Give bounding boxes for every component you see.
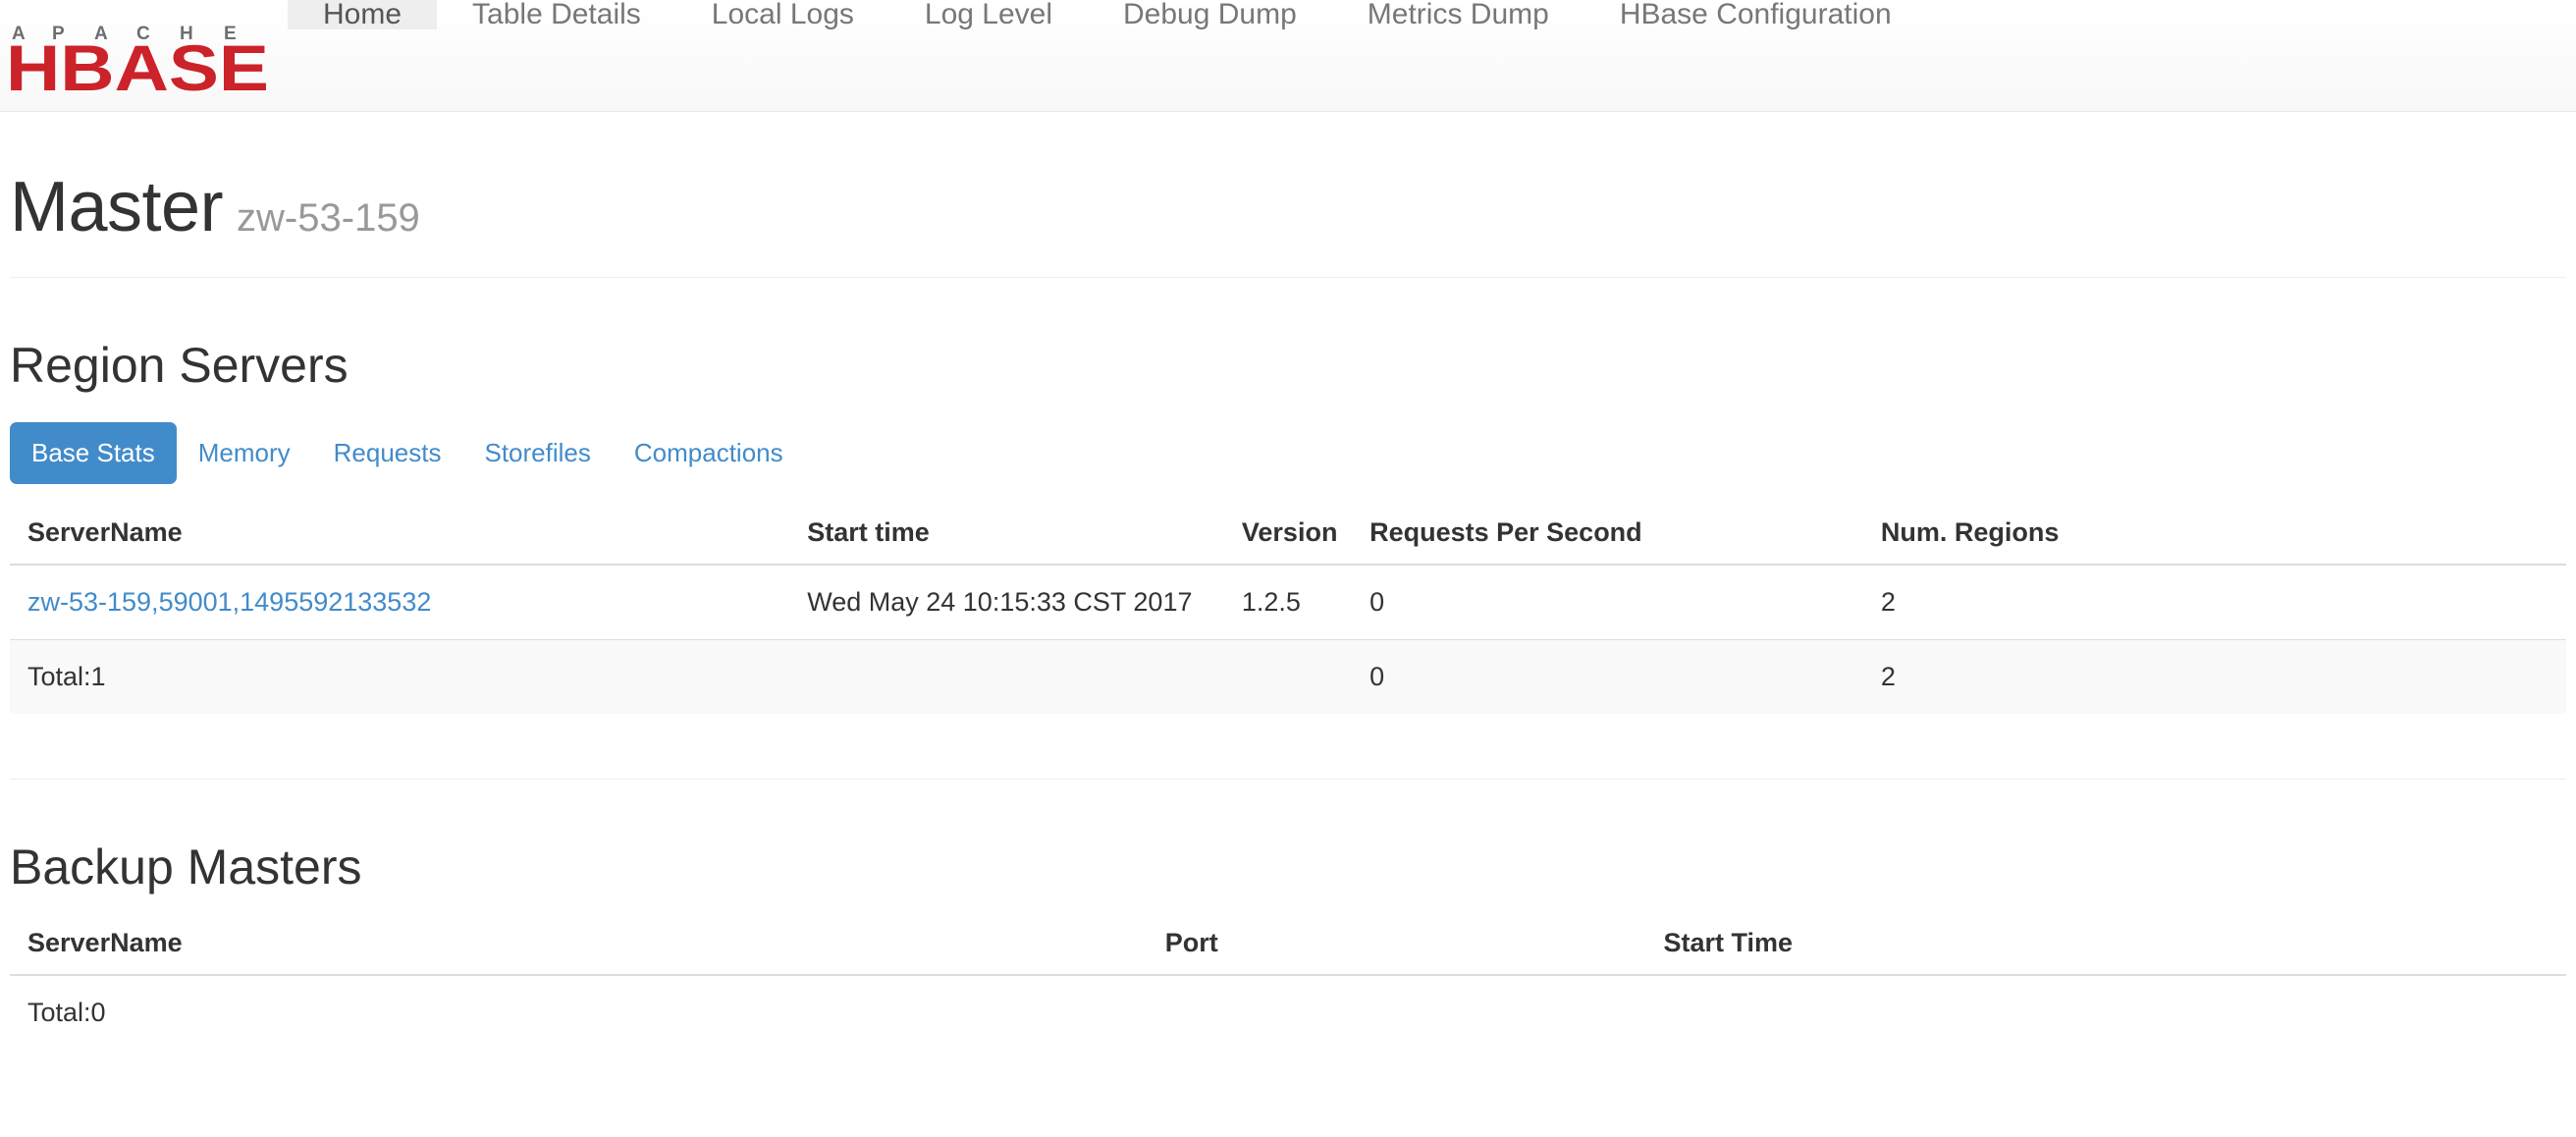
page-title: Master zw-53-159	[10, 168, 2566, 246]
hbase-logo-link[interactable]: A P A C H E HBASE	[0, 0, 288, 111]
column-header-servername: ServerName	[10, 501, 790, 566]
cell-start-time: Wed May 24 10:15:33 CST 2017	[789, 564, 1224, 640]
main-nav-list: Home Table Details Local Logs Log Level …	[288, 0, 1927, 111]
page-title-hostname: zw-53-159	[237, 196, 420, 240]
nav-item-hbase-configuration[interactable]: HBase Configuration	[1584, 0, 1927, 29]
nav-item-metrics-dump[interactable]: Metrics Dump	[1332, 0, 1584, 29]
tab-compactions[interactable]: Compactions	[613, 422, 805, 484]
nav-item-local-logs[interactable]: Local Logs	[676, 0, 889, 29]
region-servers-heading: Region Servers	[10, 337, 349, 393]
tab-requests[interactable]: Requests	[312, 422, 463, 484]
tab-storefiles[interactable]: Storefiles	[462, 422, 612, 484]
table-header-row: ServerName Start time Version Requests P…	[10, 501, 2566, 566]
column-header-version: Version	[1223, 501, 1353, 566]
nav-item-log-level[interactable]: Log Level	[889, 0, 1088, 29]
tab-memory-wrapper: Memory	[177, 422, 312, 484]
page-header: Master zw-53-159	[10, 168, 2566, 278]
section-divider	[10, 778, 2566, 780]
column-header-requests-per-second: Requests Per Second	[1352, 501, 1863, 566]
column-header-backup-start-time: Start Time	[1645, 911, 2566, 976]
nav-item-table-details-wrapper: Table Details	[437, 0, 676, 111]
cell-total-version	[1223, 638, 1353, 714]
table-total-row: Total:0	[10, 974, 2566, 1050]
apache-hbase-logo-icon: A P A C H E HBASE	[8, 24, 269, 94]
cell-version: 1.2.5	[1223, 564, 1353, 640]
tab-compactions-wrapper: Compactions	[613, 422, 805, 484]
tab-storefiles-wrapper: Storefiles	[462, 422, 612, 484]
column-header-start-time: Start time	[789, 501, 1224, 566]
nav-item-debug-dump[interactable]: Debug Dump	[1088, 0, 1332, 29]
top-navbar: A P A C H E HBASE Home Table Details Loc…	[0, 0, 2576, 112]
tab-base-stats-wrapper: Base Stats	[10, 421, 177, 484]
cell-backup-total-start-time	[1645, 974, 2566, 1050]
tab-base-stats[interactable]: Base Stats	[10, 421, 177, 484]
cell-num-regions: 2	[1862, 564, 2566, 640]
column-header-backup-port: Port	[1147, 911, 1646, 976]
region-servers-table-body: zw-53-159,59001,1495592133532 Wed May 24…	[10, 564, 2566, 714]
cell-total-start-time	[789, 638, 1224, 714]
cell-backup-total-port	[1147, 974, 1646, 1050]
backup-masters-table-body: Total:0	[10, 974, 2566, 1050]
page-container: Master zw-53-159 Region Servers Base Stat…	[0, 168, 2576, 1050]
tab-memory[interactable]: Memory	[177, 422, 312, 484]
cell-total-num-regions: 2	[1862, 638, 2566, 714]
table-header-row: ServerName Port Start Time	[10, 911, 2566, 976]
nav-item-hbase-configuration-wrapper: HBase Configuration	[1584, 0, 1927, 111]
cell-servername: zw-53-159,59001,1495592133532	[10, 564, 790, 640]
nav-item-local-logs-wrapper: Local Logs	[676, 0, 889, 111]
nav-item-metrics-dump-wrapper: Metrics Dump	[1332, 0, 1584, 111]
region-server-link[interactable]: zw-53-159,59001,1495592133532	[27, 587, 431, 617]
table-total-row: Total:1 0 2	[10, 638, 2566, 714]
nav-item-log-level-wrapper: Log Level	[889, 0, 1088, 111]
region-servers-tabs: Base Stats Memory Requests Storefiles Co…	[10, 421, 2566, 484]
table-row: zw-53-159,59001,1495592133532 Wed May 24…	[10, 564, 2566, 640]
nav-item-home[interactable]: Home	[288, 0, 438, 29]
cell-backup-total-label: Total:0	[10, 974, 1148, 1050]
tab-requests-wrapper: Requests	[312, 422, 463, 484]
cell-total-requests-per-second: 0	[1352, 638, 1863, 714]
cell-total-label: Total:1	[10, 638, 790, 714]
column-header-num-regions: Num. Regions	[1862, 501, 2566, 566]
page-title-text: Master	[10, 168, 224, 246]
nav-item-debug-dump-wrapper: Debug Dump	[1088, 0, 1332, 111]
nav-item-table-details[interactable]: Table Details	[437, 0, 676, 29]
nav-item-home-wrapper: Home	[288, 0, 438, 111]
cell-requests-per-second: 0	[1352, 564, 1863, 640]
backup-masters-heading: Backup Masters	[10, 839, 362, 894]
backup-masters-table: ServerName Port Start Time Total:0	[10, 911, 2566, 1050]
column-header-backup-servername: ServerName	[10, 911, 1148, 976]
svg-text:HBASE: HBASE	[8, 31, 269, 94]
region-servers-table-head: ServerName Start time Version Requests P…	[10, 501, 2566, 566]
region-servers-table: ServerName Start time Version Requests P…	[10, 501, 2566, 714]
backup-masters-table-head: ServerName Port Start Time	[10, 911, 2566, 976]
